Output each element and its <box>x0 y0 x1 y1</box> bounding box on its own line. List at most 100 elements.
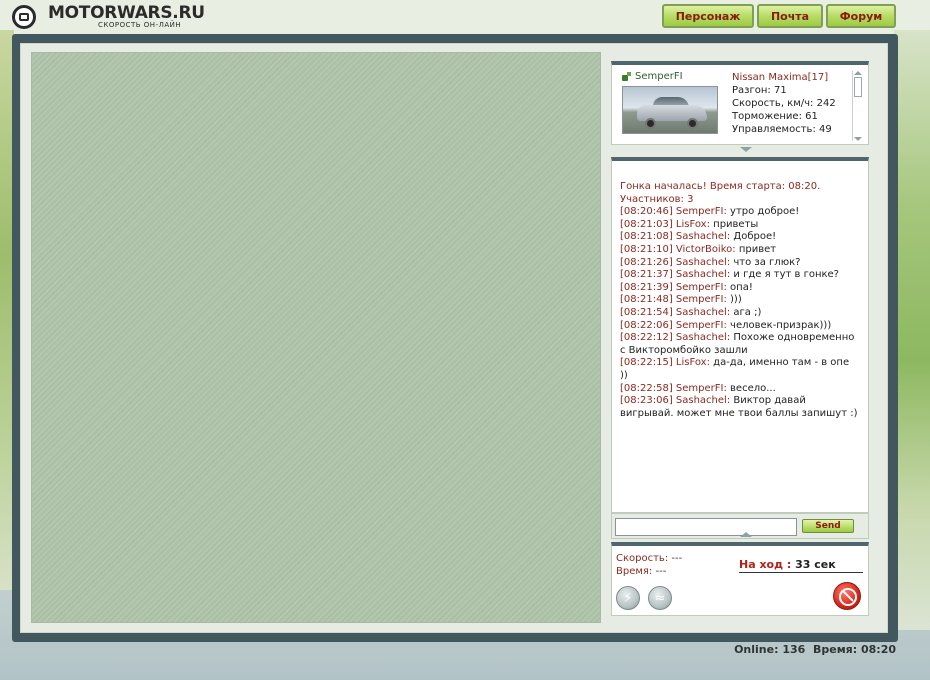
chat-input[interactable] <box>615 518 797 536</box>
chat-author[interactable]: Sashachel: <box>676 269 730 280</box>
chat-author[interactable]: SemperFI: <box>676 282 727 293</box>
nav-character-button[interactable]: Персонаж <box>662 4 754 28</box>
chat-timestamp: [08:22:15] <box>620 357 673 369</box>
panel-collapse-down-icon[interactable] <box>740 147 752 152</box>
chat-message: [08:20:46] SemperFI: утро доброе! <box>620 206 858 219</box>
chat-message: [08:21:37] Sashachel: и где я тут в гонк… <box>620 269 858 282</box>
car-stat-braking: Торможение: 61 <box>732 111 818 122</box>
online-count: 136 <box>782 643 806 656</box>
chat-message: [08:21:26] Sashachel: что за глюк? <box>620 257 858 270</box>
chat-timestamp: [08:23:06] <box>620 395 673 407</box>
car-info-panel: SemperFI Nissan Maxima[17] Разгон: 71 Ск… <box>611 61 869 145</box>
chat-text: весело... <box>730 382 776 394</box>
chat-author[interactable]: SemperFI: <box>676 206 727 217</box>
race-time: Время: --- <box>616 566 667 577</box>
chat-message: [08:22:12] Sashachel: Похоже одновременн… <box>620 332 858 357</box>
car-stat-speed: Скорость, км/ч: 242 <box>732 98 836 109</box>
scroll-up-icon[interactable] <box>854 71 862 75</box>
chat-timestamp: [08:21:48] <box>620 294 673 306</box>
car-panel-scrollbar[interactable] <box>852 71 862 141</box>
race-speed-time: Скорость: --- Время: --- <box>616 552 682 578</box>
chat-panel: Гонка началась! Время старта: 08:20. Уча… <box>611 157 869 513</box>
nav-forum-button[interactable]: Форум <box>826 4 896 28</box>
stop-icon[interactable] <box>833 582 861 610</box>
chat-author[interactable]: Sashachel: <box>676 395 730 406</box>
chat-text: Доброе! <box>733 231 777 243</box>
player-name[interactable]: SemperFI <box>635 71 683 82</box>
chat-text: ага ;) <box>733 306 762 318</box>
chat-author[interactable]: Sashachel: <box>676 257 730 268</box>
chat-text: и где я тут в гонке? <box>733 269 839 281</box>
chat-author[interactable]: SemperFI: <box>676 294 727 305</box>
race-game-area[interactable] <box>31 52 601 623</box>
chat-text: ))) <box>730 294 742 306</box>
chat-author[interactable]: Sashachel: <box>676 307 730 318</box>
chat-author[interactable]: Sashachel: <box>676 332 730 343</box>
player-status-icon <box>622 71 632 82</box>
send-button[interactable]: Send <box>802 519 854 533</box>
chat-timestamp: [08:20:46] <box>620 206 673 218</box>
chat-timestamp: [08:21:37] <box>620 269 673 281</box>
chat-message: [08:21:48] SemperFI: ))) <box>620 294 858 307</box>
turn-timer: На ход : 33 сек <box>739 558 863 573</box>
nav-mail-button[interactable]: Почта <box>757 4 823 28</box>
chat-message: [08:21:54] Sashachel: ага ;) <box>620 307 858 320</box>
panel-collapse-up-icon[interactable] <box>740 532 752 537</box>
lightning-icon[interactable]: ⚡ <box>616 586 640 610</box>
chat-timestamp: [08:21:03] <box>620 218 673 230</box>
chat-message: [08:22:06] SemperFI: человек-призрак))) <box>620 320 858 333</box>
chat-message: [08:21:39] SemperFI: опа! <box>620 282 858 295</box>
chat-timestamp: [08:22:58] <box>620 382 673 394</box>
chat-author[interactable]: SemperFI: <box>676 320 727 331</box>
car-title: Nissan Maxima[17] <box>732 72 829 83</box>
chat-timestamp: [08:21:39] <box>620 281 673 293</box>
car-stat-acceleration: Разгон: 71 <box>732 85 787 96</box>
footer-status: Online: 136 Время: 08:20 <box>734 643 896 656</box>
chat-author[interactable]: VictorBoiko: <box>676 244 736 255</box>
chat-message: [08:21:08] Sashachel: Доброе! <box>620 231 858 244</box>
online-label: Online: <box>734 643 779 656</box>
chat-text: опа! <box>730 281 753 293</box>
chat-timestamp: [08:21:08] <box>620 231 673 243</box>
car-stats: Nissan Maxima[17] Разгон: 71 Скорость, к… <box>732 71 836 136</box>
server-time-label: Время: <box>812 643 858 656</box>
chat-timestamp: [08:21:54] <box>620 306 673 318</box>
chat-message: [08:23:06] Sashachel: Виктор давай вигры… <box>620 395 858 420</box>
background-decor-right <box>894 30 930 630</box>
main-frame: SemperFI Nissan Maxima[17] Разгон: 71 Ск… <box>12 34 898 642</box>
signal-icon[interactable]: ≈ <box>648 586 672 610</box>
chat-system-message: Участников: 3 <box>620 193 694 205</box>
chat-message: [08:22:15] LisFox: да-да, именно там - в… <box>620 357 858 382</box>
chat-timestamp: [08:21:10] <box>620 243 673 255</box>
brand-tagline: СКОРОСТЬ ОН-ЛАЙН <box>98 21 182 29</box>
chat-text: человек-призрак))) <box>730 319 832 331</box>
scroll-down-icon[interactable] <box>854 137 862 141</box>
header: MOTORWARS.RU СКОРОСТЬ ОН-ЛАЙН Персонаж П… <box>0 0 930 32</box>
server-time: 08:20 <box>860 643 896 656</box>
chat-message: [08:21:10] VictorBoiko: привет <box>620 244 858 257</box>
car-photo <box>622 86 718 134</box>
brand-logo[interactable]: MOTORWARS.RU <box>48 3 205 23</box>
chat-author[interactable]: LisFox: <box>676 219 710 230</box>
chat-text: утро доброе! <box>730 206 800 218</box>
race-status-panel: Скорость: --- Время: --- На ход : 33 сек… <box>611 542 869 616</box>
player-row: SemperFI <box>622 71 683 82</box>
car-stat-handling: Управляемость: 49 <box>732 124 832 135</box>
chat-log: Гонка началась! Время старта: 08:20. Уча… <box>620 181 858 420</box>
chat-text: привет <box>738 243 777 255</box>
steering-wheel-icon <box>12 5 36 29</box>
chat-text: что за глюк? <box>733 256 801 268</box>
main-nav: Персонаж Почта Форум <box>662 4 896 28</box>
chat-message: [08:21:03] LisFox: приветы <box>620 219 858 232</box>
chat-author[interactable]: LisFox: <box>676 357 710 368</box>
chat-message: [08:22:58] SemperFI: весело... <box>620 383 858 396</box>
chat-timestamp: [08:22:12] <box>620 332 673 344</box>
chat-author[interactable]: SemperFI: <box>676 383 727 394</box>
chat-system-message: Гонка началась! Время старта: 08:20. <box>620 181 821 192</box>
chat-author[interactable]: Sashachel: <box>676 231 730 242</box>
scroll-thumb[interactable] <box>854 77 862 97</box>
chat-timestamp: [08:21:26] <box>620 256 673 268</box>
main-frame-inner: SemperFI Nissan Maxima[17] Разгон: 71 Ск… <box>20 43 888 633</box>
chat-text: приветы <box>713 218 759 230</box>
race-speed: Скорость: --- <box>616 553 683 564</box>
